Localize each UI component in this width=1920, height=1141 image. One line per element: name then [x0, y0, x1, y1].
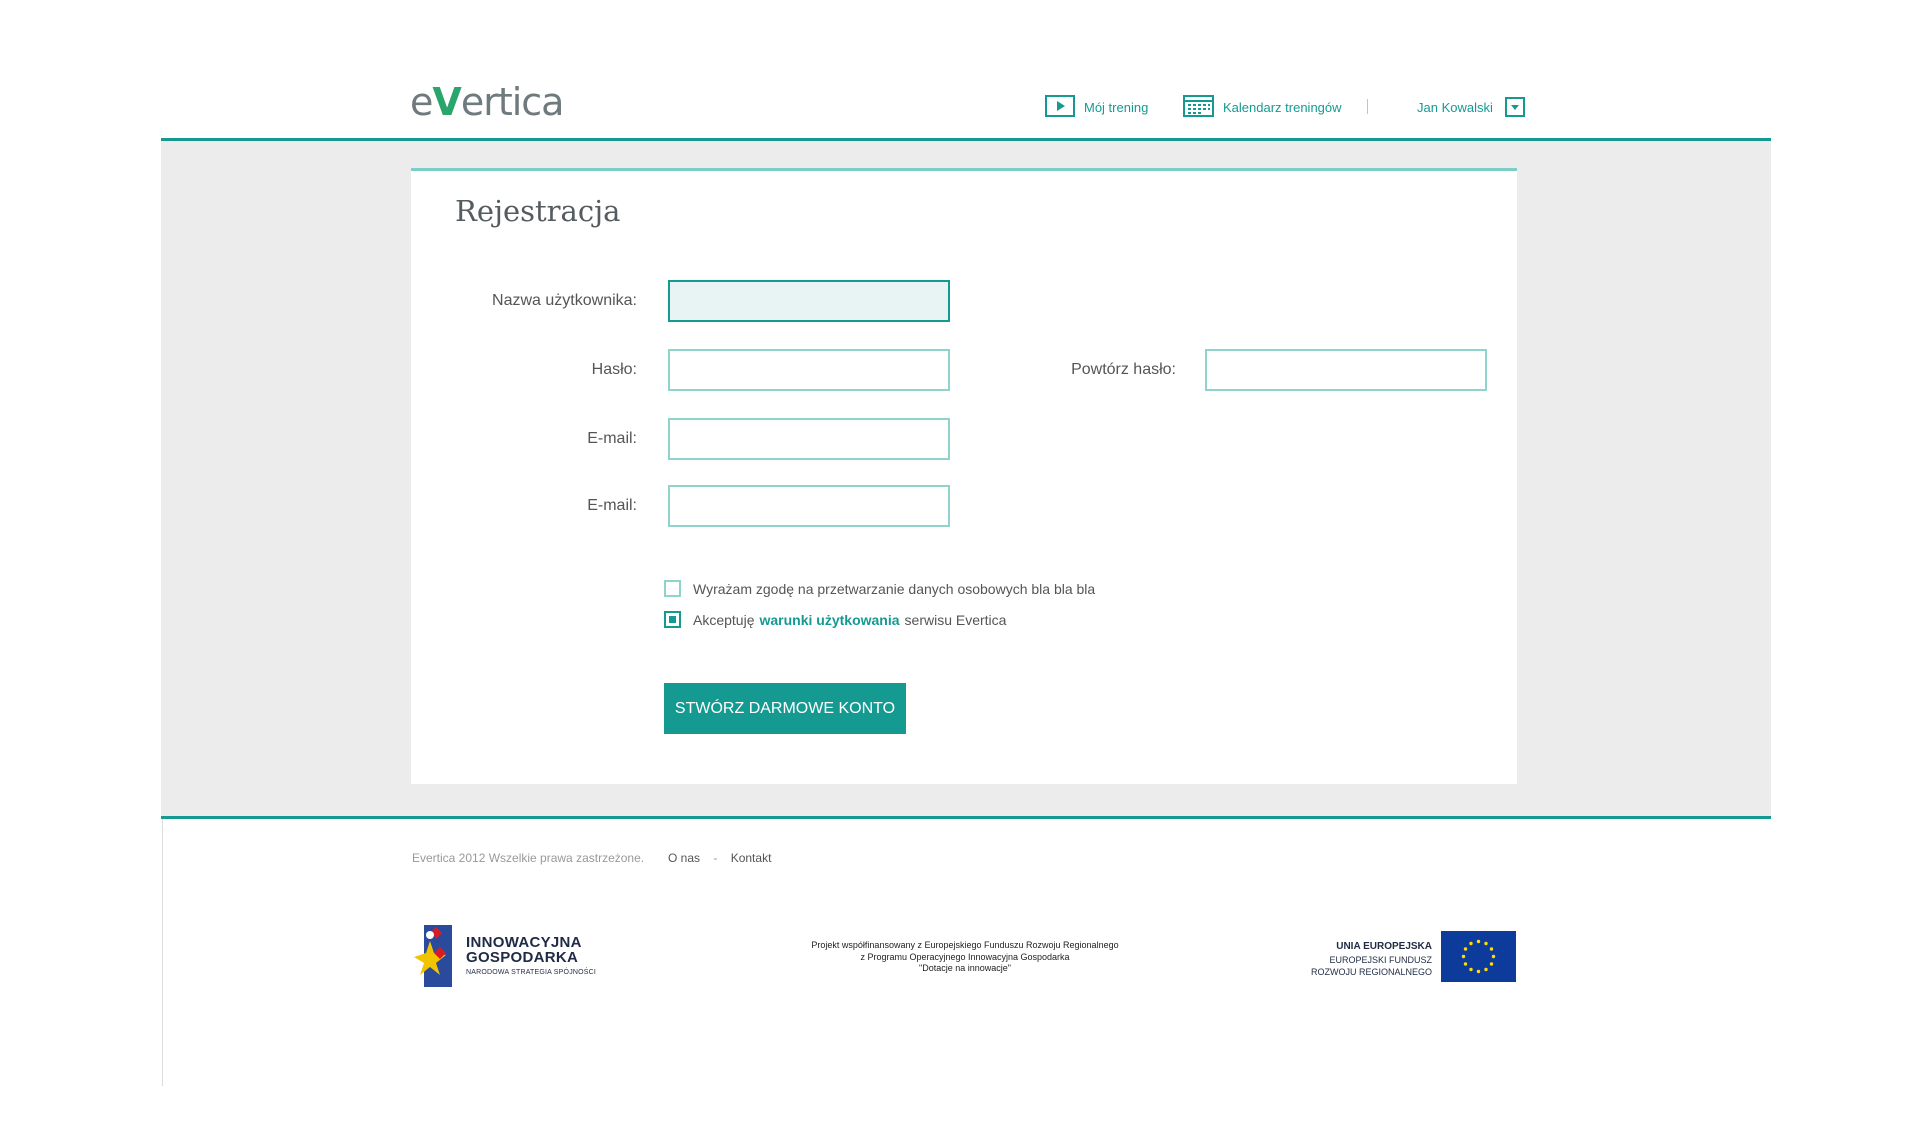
email-label: E-mail: — [587, 430, 637, 447]
eu-star — [1469, 941, 1473, 946]
calendar-icon — [1183, 94, 1214, 120]
consent-row: Wyrażam zgodę na przetwarzanie danych os… — [664, 580, 1095, 597]
consent-label: Wyrażam zgodę na przetwarzanie danych os… — [693, 580, 1096, 597]
password-label: Hasło: — [591, 361, 637, 378]
eu-star — [1476, 939, 1481, 944]
project-line-2: z Programu Operacyjnego Innowacyjna Gosp… — [860, 951, 1070, 962]
repeat-password-label: Powtórz hasło: — [1071, 361, 1176, 378]
ig-line2: GOSPODARKA — [466, 948, 579, 966]
contact-link[interactable]: Kontakt — [731, 851, 772, 865]
project-funding-note: Projekt współfinansowany z Europejskiego… — [780, 940, 1150, 975]
username-label: Nazwa użytkownika: — [492, 292, 637, 309]
chevron-down-icon[interactable] — [1504, 97, 1525, 117]
create-account-button[interactable]: STWÓRZ DARMOWE KONTO — [664, 683, 906, 734]
nav-my-training[interactable]: Mój trening — [1045, 94, 1148, 120]
eu-flag-icon — [1441, 931, 1516, 982]
eu-star — [1463, 962, 1468, 966]
eu-star — [1461, 954, 1466, 959]
play-icon — [1045, 94, 1075, 120]
email-confirm-label: E-mail: — [587, 497, 637, 514]
nav-calendar[interactable]: Kalendarz treningów — [1183, 94, 1342, 120]
ig-line1: INNOWACYJNA — [466, 933, 582, 951]
logo-suffix: ertica — [460, 80, 565, 124]
password-field[interactable] — [668, 349, 950, 391]
eu-star — [1463, 947, 1468, 951]
consent-checkbox[interactable] — [664, 580, 681, 597]
logo-v: V — [432, 80, 461, 124]
nav-my-training-label: Mój trening — [1084, 99, 1149, 115]
eu-line-1: UNIA EUROPEJSKA — [1336, 941, 1432, 952]
eu-line-3: ROZWOJU REGIONALNEGO — [1310, 966, 1432, 977]
about-link[interactable]: O nas — [668, 851, 700, 865]
email-field[interactable] — [668, 418, 950, 460]
terms-link[interactable]: warunki użytkowania — [759, 612, 899, 628]
user-menu[interactable]: Jan Kowalski — [1417, 94, 1525, 120]
registration-card — [411, 168, 1517, 784]
user-name: Jan Kowalski — [1417, 99, 1493, 115]
footer-links: O nas - Kontakt — [668, 851, 771, 865]
innowacyjna-gospodarka-logo: INNOWACYJNA GOSPODARKA NARODOWA STRATEGI… — [412, 923, 596, 987]
eu-star — [1476, 969, 1481, 974]
repeat-password-field[interactable] — [1205, 349, 1487, 391]
eu-star — [1484, 967, 1488, 972]
eu-star — [1489, 962, 1494, 966]
username-field[interactable] — [668, 280, 950, 322]
terms-suffix: serwisu Evertica — [904, 611, 1007, 628]
ig-subtitle: NARODOWA STRATEGIA SPÓJNOŚCI — [466, 968, 597, 976]
terms-row: Akceptuję warunki użytkowania serwisu Ev… — [664, 611, 1006, 628]
eu-line-2: EUROPEJSKI FUNDUSZ — [1329, 954, 1432, 965]
copyright: Evertica 2012 Wszelkie prawa zastrzeżone… — [412, 851, 645, 865]
ig-emblem — [414, 925, 452, 987]
email-confirm-field[interactable] — [668, 485, 950, 527]
project-line-1: Projekt współfinansowany z Europejskiego… — [811, 940, 1119, 950]
logo-prefix: e — [410, 80, 433, 124]
eu-fund-text: UNIA EUROPEJSKA EUROPEJSKI FUNDUSZ ROZWO… — [1290, 940, 1432, 978]
project-line-3: "Dotacje na innowacje" — [919, 963, 1011, 974]
evertica-logo[interactable]: e Vertica — [410, 74, 565, 124]
terms-checkbox[interactable] — [664, 611, 681, 628]
eu-star — [1491, 954, 1496, 959]
terms-prefix: Akceptuję — [693, 611, 755, 628]
nav-calendar-label: Kalendarz treningów — [1223, 99, 1342, 115]
page-title: Rejestracja — [455, 194, 621, 228]
footer-separator: - — [713, 851, 718, 865]
nav-divider — [1367, 99, 1368, 114]
eu-star — [1484, 941, 1488, 946]
page-edge-line — [162, 819, 163, 1086]
eu-star — [1489, 947, 1494, 951]
eu-star — [1469, 967, 1473, 972]
